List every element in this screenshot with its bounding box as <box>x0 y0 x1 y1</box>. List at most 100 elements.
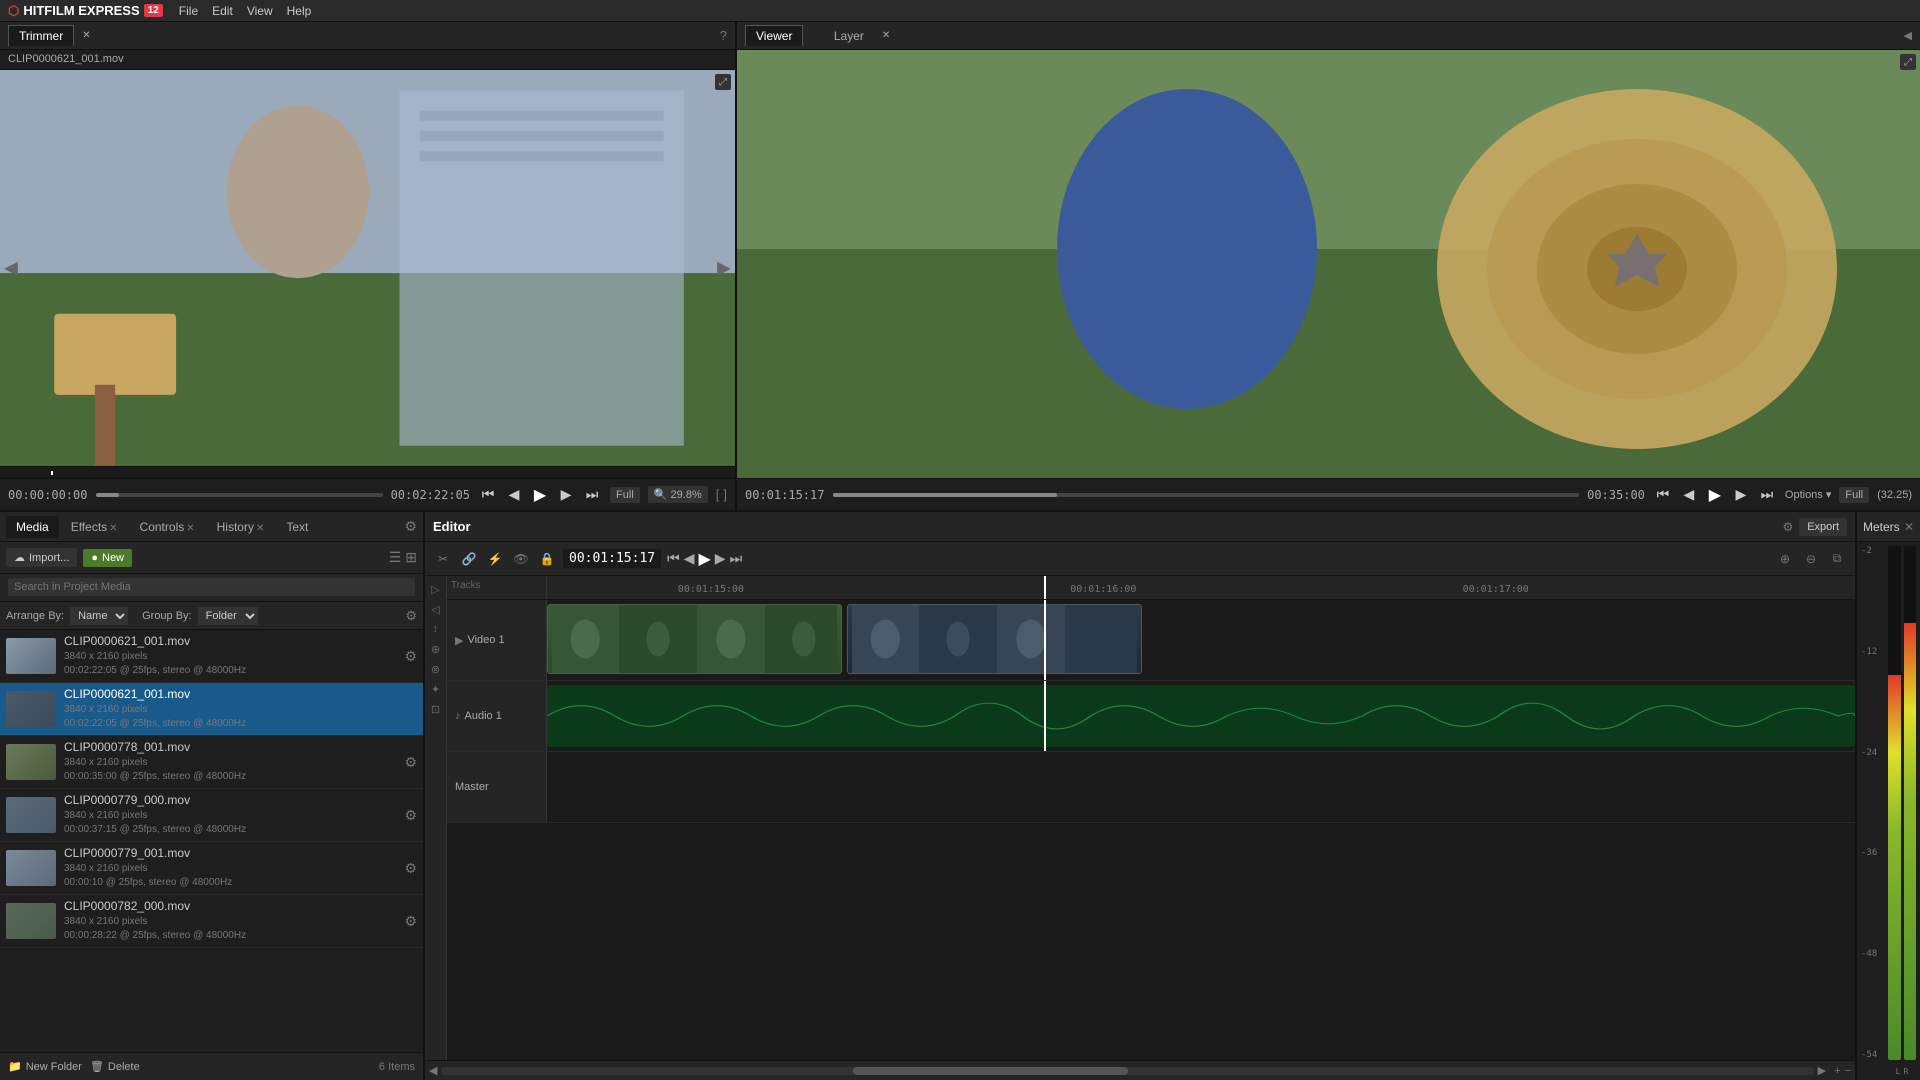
scroll-right-btn[interactable]: ▶ <box>1818 1064 1826 1077</box>
media-action-6[interactable]: ⚙ <box>404 913 417 930</box>
media-item[interactable]: CLIP0000621_001.mov 3840 x 2160 pixels 0… <box>0 683 423 736</box>
media-item[interactable]: CLIP0000778_001.mov 3840 x 2160 pixels 0… <box>0 736 423 789</box>
tl-tool-1[interactable]: ▷ <box>427 580 445 598</box>
media-item[interactable]: CLIP0000621_001.mov 3840 x 2160 pixels 0… <box>0 630 423 683</box>
history-close[interactable]: ✕ <box>256 523 264 534</box>
timeline-ruler[interactable]: 00:01:15:00 00:01:16:00 00:01:17:00 <box>547 576 1855 599</box>
import-button[interactable]: ☁ Import... <box>6 548 77 567</box>
new-button[interactable]: ● New <box>83 549 132 567</box>
tl-prev-frame[interactable]: ◀ <box>684 550 695 567</box>
tl-minus-icon[interactable]: ⊖ <box>1801 549 1821 569</box>
media-action-1[interactable]: ⚙ <box>404 648 417 665</box>
tl-next-frame[interactable]: ▶ <box>715 550 726 567</box>
tl-skip-end[interactable]: ⏭ <box>730 550 743 567</box>
trimmer-progress[interactable] <box>96 493 383 497</box>
media-action-4[interactable]: ⚙ <box>404 807 417 824</box>
tab-media[interactable]: Media <box>6 516 59 538</box>
audio-track-content[interactable] <box>547 681 1855 751</box>
menu-file[interactable]: File <box>179 4 198 18</box>
menu-help[interactable]: Help <box>287 4 312 18</box>
tl-add-icon[interactable]: ⊕ <box>1775 549 1795 569</box>
trimmer-skip-end[interactable]: ⏭ <box>582 486 602 503</box>
controls-close[interactable]: ✕ <box>186 523 194 534</box>
viewer-options-btn[interactable]: Options ▾ <box>1785 488 1832 501</box>
tc-razor-tool[interactable]: ✂ <box>433 549 453 569</box>
trimmer-zoom[interactable]: 🔍 29.8% <box>648 486 708 503</box>
export-button[interactable]: Export <box>1799 518 1847 536</box>
trimmer-play[interactable]: ▶ <box>530 485 550 505</box>
video-clip-2[interactable]: CLIP0000...001.mov <box>847 604 1142 674</box>
viewer-progress[interactable] <box>833 493 1579 497</box>
video-track-content[interactable]: CLIP0000...001.mov <box>547 600 1855 680</box>
tl-zoom-icon[interactable]: ⧉ <box>1827 549 1847 569</box>
media-action-3[interactable]: ⚙ <box>404 754 417 771</box>
meters-close-btn[interactable]: ✕ <box>1904 520 1914 534</box>
media-item[interactable]: CLIP0000782_000.mov 3840 x 2160 pixels 0… <box>0 895 423 948</box>
media-item[interactable]: CLIP0000779_001.mov 3840 x 2160 pixels 0… <box>0 842 423 895</box>
tc-eye-btn[interactable]: 👁 <box>511 549 531 569</box>
scroll-zoom-in[interactable]: + <box>1834 1065 1840 1077</box>
menu-edit[interactable]: Edit <box>212 4 233 18</box>
viewer-next-frame[interactable]: ▶ <box>1731 486 1751 503</box>
editor-settings-icon[interactable]: ⚙ <box>1782 520 1793 534</box>
trimmer-in-btn[interactable]: [ <box>716 487 720 502</box>
trimmer-expand-btn[interactable]: ⤢ <box>715 74 731 90</box>
tl-tool-3[interactable]: ↕ <box>427 620 445 638</box>
timeline-scrollbar-thumb[interactable] <box>853 1067 1127 1075</box>
viewer-triangle[interactable]: ◀ <box>1904 29 1912 42</box>
trimmer-quality[interactable]: Full <box>610 487 640 503</box>
tc-snap-btn[interactable]: 🔗 <box>459 549 479 569</box>
viewer-zoom-info[interactable]: (32.25) <box>1877 489 1912 501</box>
tl-tool-6[interactable]: ✦ <box>427 680 445 698</box>
delete-btn[interactable]: 🗑 Delete <box>90 1060 140 1073</box>
viewer-play[interactable]: ▶ <box>1705 485 1725 505</box>
trimmer-right-arrow[interactable]: ▶ <box>717 258 731 279</box>
viewer-tab[interactable]: Viewer <box>745 25 803 46</box>
new-folder-btn[interactable]: 📁 New Folder <box>8 1060 82 1073</box>
layer-tab[interactable]: Layer <box>824 26 874 46</box>
tl-tool-5[interactable]: ⊗ <box>427 660 445 678</box>
trimmer-scrubbar[interactable] <box>0 466 735 478</box>
trimmer-skip-start[interactable]: ⏮ <box>478 486 498 503</box>
timeline-timecode[interactable]: 00:01:15:17 <box>563 549 661 568</box>
master-track-content[interactable] <box>547 752 1855 822</box>
group-select[interactable]: Folder <box>198 607 258 625</box>
tl-tool-4[interactable]: ⊕ <box>427 640 445 658</box>
tl-play[interactable]: ▶ <box>698 549 710 569</box>
left-panel-settings-icon[interactable]: ⚙ <box>404 518 417 535</box>
tl-skip-start[interactable]: ⏮ <box>667 550 680 567</box>
layer-close-btn[interactable]: ✕ <box>882 30 890 41</box>
trimmer-tab[interactable]: Trimmer <box>8 25 74 46</box>
tl-tool-7[interactable]: ⊡ <box>427 700 445 718</box>
timeline-scrollbar[interactable] <box>441 1067 1813 1075</box>
search-input[interactable] <box>8 578 415 596</box>
viewer-quality[interactable]: Full <box>1839 487 1869 503</box>
scroll-zoom-out[interactable]: − <box>1845 1065 1851 1077</box>
tab-controls[interactable]: Controls✕ <box>130 516 205 538</box>
trimmer-prev-frame[interactable]: ◀ <box>504 486 524 503</box>
tl-tool-2[interactable]: ◁ <box>427 600 445 618</box>
arrange-settings-icon[interactable]: ⚙ <box>405 608 417 624</box>
trimmer-close-btn[interactable]: ✕ <box>82 30 90 41</box>
tab-history[interactable]: History✕ <box>207 516 275 538</box>
viewer-skip-end[interactable]: ⏭ <box>1757 486 1777 503</box>
menu-view[interactable]: View <box>247 4 273 18</box>
tab-text[interactable]: Text <box>276 516 318 538</box>
trimmer-next-frame[interactable]: ▶ <box>556 486 576 503</box>
viewer-expand-btn[interactable]: ⤢ <box>1900 54 1916 70</box>
trimmer-out-btn[interactable]: ] <box>723 487 727 502</box>
video-clip-1[interactable] <box>547 604 842 674</box>
viewer-skip-start[interactable]: ⏮ <box>1653 486 1673 503</box>
grid-view-btn[interactable]: ⊞ <box>405 549 417 566</box>
viewer-prev-frame[interactable]: ◀ <box>1679 486 1699 503</box>
tc-magnet-btn[interactable]: ⚡ <box>485 549 505 569</box>
list-view-btn[interactable]: ☰ <box>389 549 402 566</box>
timeline-scroll[interactable]: ◀ ▶ + − <box>425 1060 1855 1080</box>
media-action-5[interactable]: ⚙ <box>404 860 417 877</box>
tab-effects[interactable]: Effects✕ <box>61 516 128 538</box>
media-item[interactable]: CLIP0000779_000.mov 3840 x 2160 pixels 0… <box>0 789 423 842</box>
effects-close[interactable]: ✕ <box>109 523 117 534</box>
tc-lock-btn[interactable]: 🔒 <box>537 549 557 569</box>
trimmer-left-arrow[interactable]: ◀ <box>4 258 18 279</box>
trimmer-help-icon[interactable]: ? <box>720 28 727 43</box>
